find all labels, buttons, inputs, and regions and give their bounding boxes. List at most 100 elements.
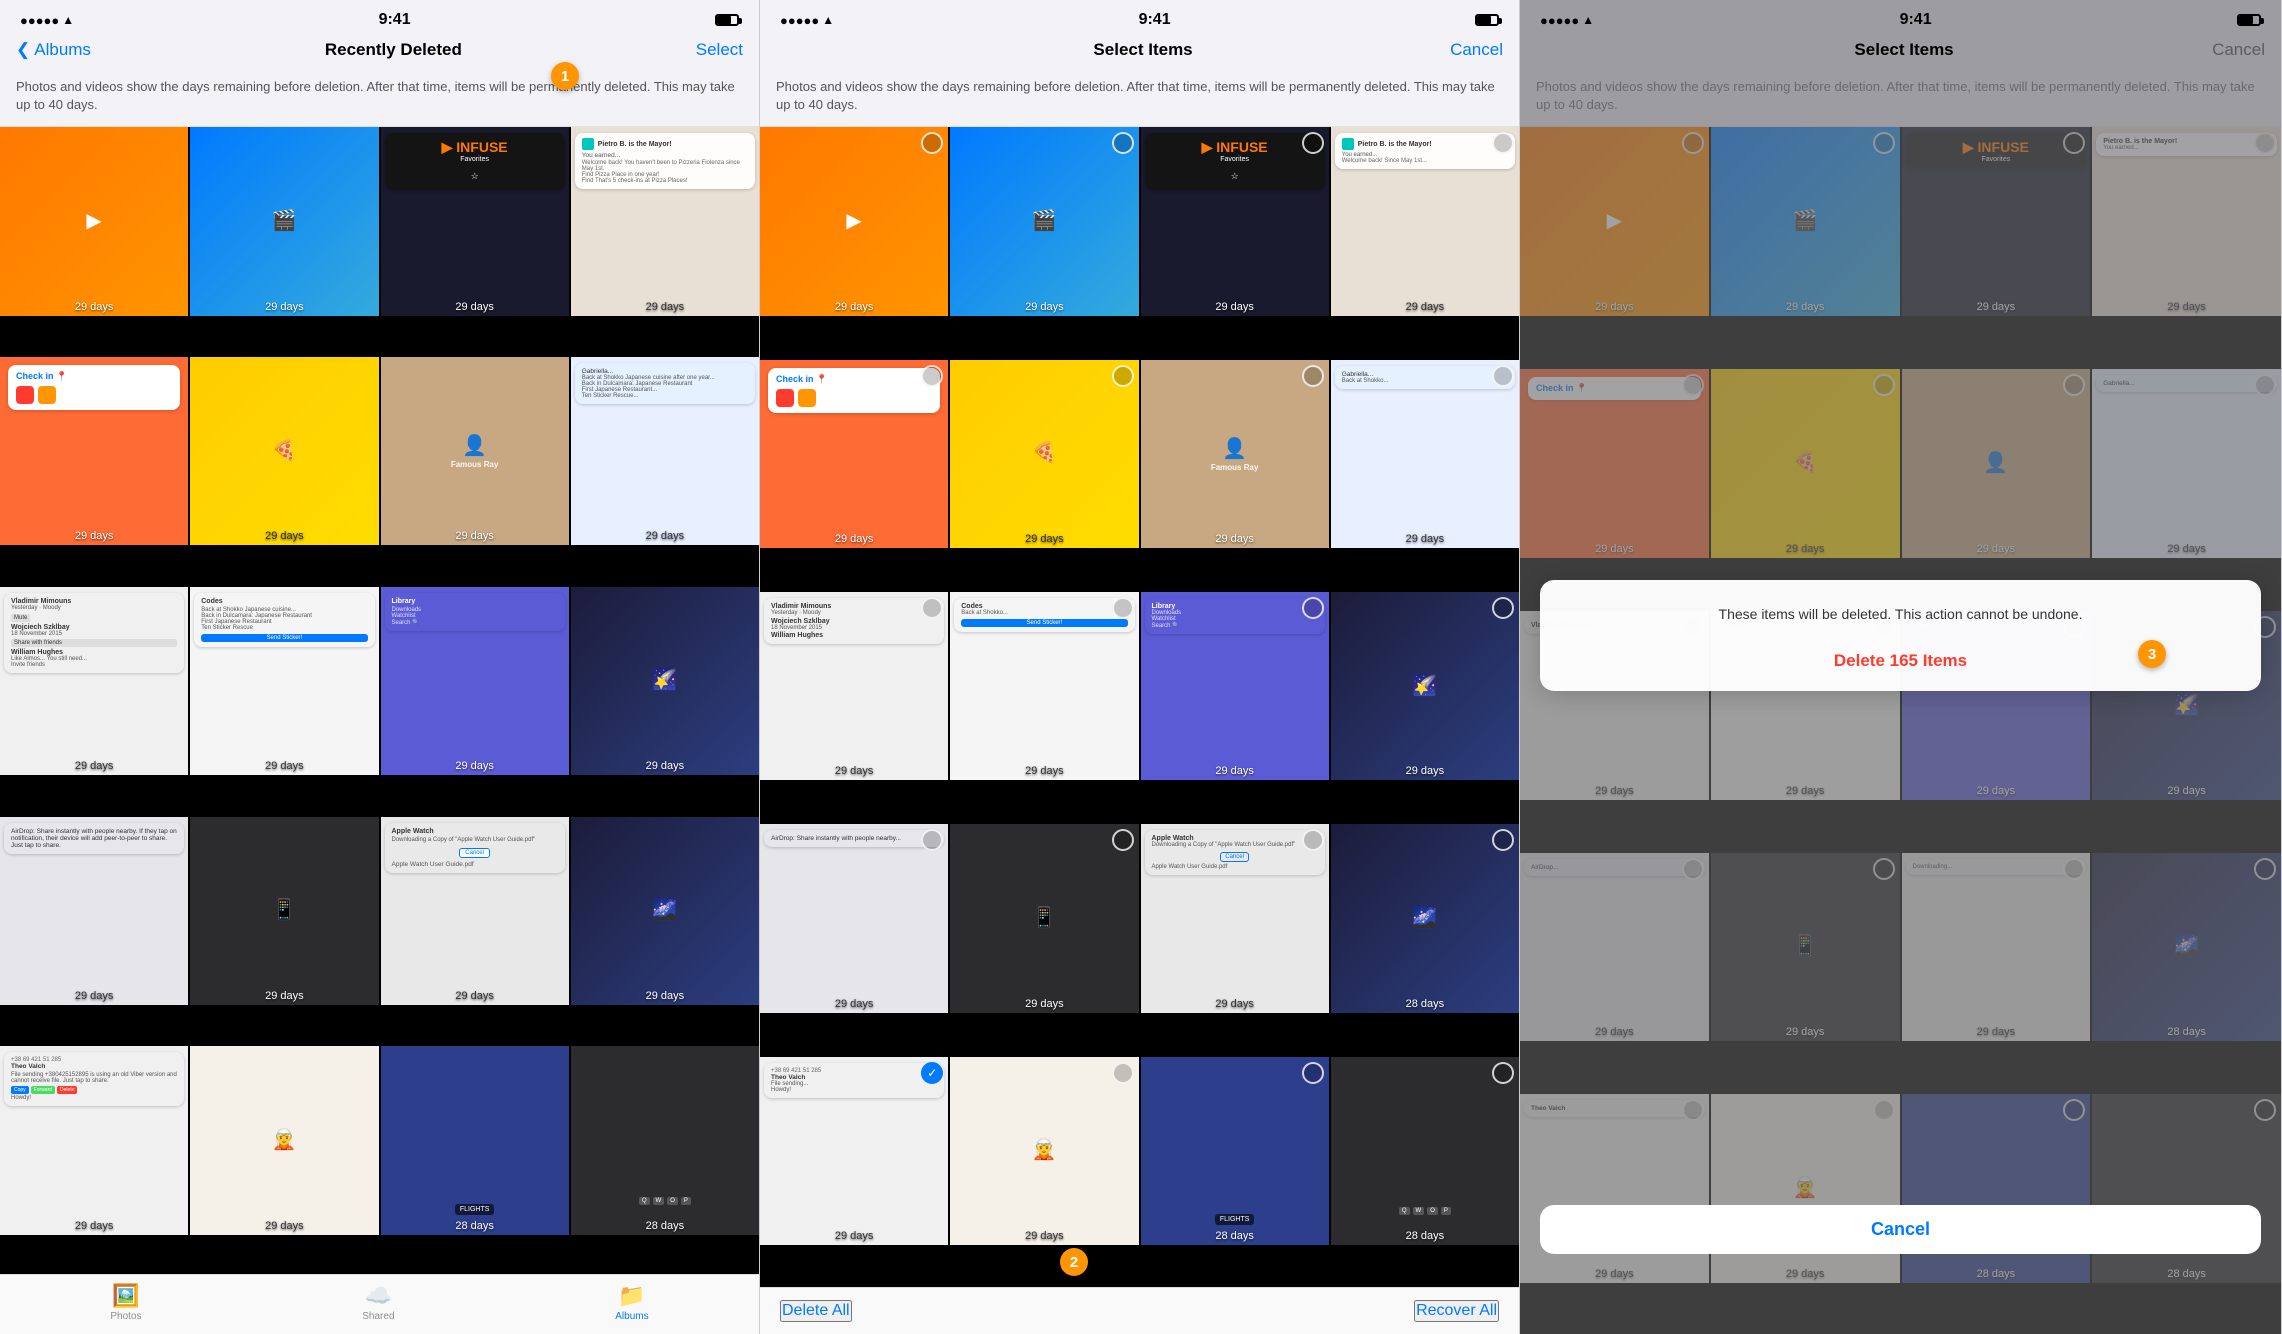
label: FLIGHTS (455, 1204, 495, 1215)
share2-thumbnail: +38 69 421 51 285 Theo Valch File sendin… (4, 1052, 184, 1106)
photo-cell[interactable]: 📱 29 days (190, 817, 378, 1005)
photo-cell[interactable]: Codes Back at Shokko Japanese cuisine...… (190, 587, 378, 775)
photo-cell[interactable]: 🌠 29 days (1331, 592, 1519, 780)
photo-cell[interactable]: Vladimir Mimouns Yesterday · Moody Wojci… (760, 592, 948, 780)
bottom-action-bar: Delete All Recover All (760, 1287, 1519, 1334)
infuse-thumbnail: ▶ INFUSE Favorites ☆ (1145, 133, 1325, 190)
step-1-bubble: 1 (551, 62, 579, 90)
photo-cell[interactable]: Q W O P 28 days (1331, 1057, 1519, 1245)
gamecenter-thumbnail: Gabriella... Back at Shokko... (1335, 366, 1515, 389)
photo-cell[interactable]: +38 69 421 51 285 Theo Valch File sendin… (0, 1046, 188, 1234)
photo-cell[interactable]: Pietro B. is the Mayor! You earned... We… (1331, 127, 1519, 315)
signal-dots-icon: ●●●●● (780, 13, 819, 28)
photo-cell[interactable]: ▶ INFUSE Favorites ☆ 29 days (381, 127, 569, 315)
recover-all-button[interactable]: Recover All (1414, 1300, 1499, 1322)
photo-cell[interactable]: Apple Watch Downloading a Copy of "Apple… (381, 817, 569, 1005)
photo-cell[interactable]: 🧝 29 days (190, 1046, 378, 1234)
play-icon: ▶ (86, 208, 101, 233)
library-thumbnail: Library Downloads Watchlist Search 🔍 (1145, 598, 1325, 634)
selection-circle[interactable] (1112, 597, 1134, 619)
gamecenter-thumbnail: Gabriella... Back at Shokko Japanese cui… (575, 363, 755, 404)
codes-thumbnail: Codes Back at Shokko Japanese cuisine...… (194, 593, 374, 647)
selection-circle[interactable] (1302, 597, 1324, 619)
photo-cell[interactable]: +38 69 421 51 285 Theo Valch File sendin… (760, 1057, 948, 1245)
photo-cell[interactable]: Q W O P 28 days (571, 1046, 759, 1234)
codes-thumbnail: Codes Back at Shokko... Send Sticker! (954, 598, 1134, 632)
photo-cell[interactable]: AirDrop: Share instantly with people nea… (760, 824, 948, 1012)
checkin-thumbnail: Check in 📍 (8, 365, 180, 410)
app-icon (582, 138, 594, 150)
selection-circle[interactable] (1302, 132, 1324, 154)
selection-circle[interactable] (1492, 1062, 1514, 1084)
app-icon (16, 386, 34, 404)
selection-circle[interactable] (1112, 1062, 1134, 1084)
photo-cell[interactable]: Gabriella... Back at Shokko... 29 days (1331, 360, 1519, 548)
shared-icon: ☁️ (365, 1283, 392, 1309)
page-title-2: Select Items (1093, 40, 1192, 60)
selection-circle[interactable] (1302, 1062, 1324, 1084)
share2-thumbnail: +38 69 421 51 285 Theo Valch File sendin… (764, 1063, 944, 1098)
photo-cell[interactable]: Check in 📍 29 days (0, 357, 188, 545)
selection-circle[interactable] (1302, 829, 1324, 851)
photo-cell[interactable]: Apple Watch Downloading a Copy of "Apple… (1141, 824, 1329, 1012)
selection-circle[interactable] (1112, 365, 1134, 387)
nav-bar-2: Select Items Cancel (760, 36, 1519, 68)
applewatch-thumbnail: Apple Watch Downloading a Copy of "Apple… (385, 823, 565, 873)
photo-cell[interactable]: ▶ INFUSE Favorites ☆ 29 days (1141, 127, 1329, 315)
selection-circle[interactable] (1112, 829, 1134, 851)
wifi-icon: ▲ (822, 13, 834, 27)
selection-circle[interactable] (921, 829, 943, 851)
selection-circle[interactable] (1302, 365, 1324, 387)
selection-circle[interactable] (1492, 597, 1514, 619)
selection-circle[interactable] (921, 1062, 943, 1084)
photo-cell[interactable]: 👤Famous Ray 29 days (381, 357, 569, 545)
photo-cell[interactable]: FLIGHTS 28 days (1141, 1057, 1329, 1245)
infuse-thumbnail: ▶ INFUSE Favorites ☆ (385, 133, 565, 190)
battery-icon (715, 14, 739, 26)
status-time-2: 9:41 (1139, 11, 1171, 29)
tab-shared[interactable]: ☁️ Shared (362, 1283, 394, 1322)
photo-cell[interactable]: 👤Famous Ray 29 days (1141, 360, 1329, 548)
photo-cell[interactable]: AirDrop: Share instantly with people nea… (0, 817, 188, 1005)
photo-cell[interactable]: Library Downloads Watchlist Search 🔍 29 … (381, 587, 569, 775)
photo-cell[interactable]: 🌠 29 days (571, 587, 759, 775)
photo-grid-2: ▶ 29 days 🎬 29 days ▶ INFUSE Favorites ☆… (760, 127, 1519, 1287)
share-thumbnail: AirDrop: Share instantly with people nea… (764, 830, 944, 847)
status-bar-2: ●●●●● ▲ 9:41 (760, 0, 1519, 36)
photo-cell[interactable]: Check in 📍 29 days (760, 360, 948, 548)
cancel-dialog-button[interactable]: Cancel (1540, 1205, 2261, 1254)
photo-cell[interactable]: 🌌 28 days (1331, 824, 1519, 1012)
tab-photos[interactable]: 🖼️ Photos (110, 1283, 141, 1322)
selection-circle[interactable] (1112, 132, 1134, 154)
step-2-bubble: 2 (1060, 1248, 1088, 1276)
panel-recently-deleted: ●●●●● ▲ 9:41 ❮ Albums Recently Deleted S… (0, 0, 760, 1334)
photo-cell[interactable]: Library Downloads Watchlist Search 🔍 29 … (1141, 592, 1329, 780)
tab-albums[interactable]: 📁 Albums (615, 1283, 648, 1322)
app-icon (38, 386, 56, 404)
photo-cell[interactable]: 🧝 29 days (950, 1057, 1138, 1245)
photo-cell[interactable]: 🎬 29 days (950, 127, 1138, 315)
photo-cell[interactable]: Gabriella... Back at Shokko Japanese cui… (571, 357, 759, 545)
selection-circle[interactable] (1492, 365, 1514, 387)
photo-cell[interactable]: 🍕 29 days (950, 360, 1138, 548)
photo-cell[interactable]: Pietro B. is the Mayor! You earned... We… (571, 127, 759, 315)
applewatch-thumbnail: Apple Watch Downloading a Copy of "Apple… (1145, 830, 1325, 875)
photo-cell[interactable]: Vladimir Mimouns Yesterday · Moody Mute … (0, 587, 188, 775)
back-button[interactable]: ❮ Albums (16, 40, 91, 60)
selection-circle[interactable] (921, 365, 943, 387)
page-title-1: Recently Deleted (325, 40, 462, 60)
back-label[interactable]: Albums (34, 40, 91, 60)
photo-cell[interactable]: 🍕 29 days (190, 357, 378, 545)
signal-dots-icon: ●●●●● (20, 13, 59, 28)
photo-cell[interactable]: FLIGHTS 28 days (381, 1046, 569, 1234)
library-thumbnail: Library Downloads Watchlist Search 🔍 (385, 593, 565, 631)
photo-cell[interactable]: Codes Back at Shokko... Send Sticker! 29… (950, 592, 1138, 780)
photo-cell[interactable]: 📱 29 days (950, 824, 1138, 1012)
delete-all-button[interactable]: Delete All (780, 1300, 852, 1322)
cancel-button-2[interactable]: Cancel (1450, 40, 1503, 60)
photo-cell[interactable]: 🌌 29 days (571, 817, 759, 1005)
photo-cell[interactable]: 🎬 29 days (190, 127, 378, 315)
select-button[interactable]: Select (696, 40, 743, 60)
photo-cell[interactable]: ▶ 29 days (0, 127, 188, 315)
photo-cell[interactable]: ▶ 29 days (760, 127, 948, 315)
